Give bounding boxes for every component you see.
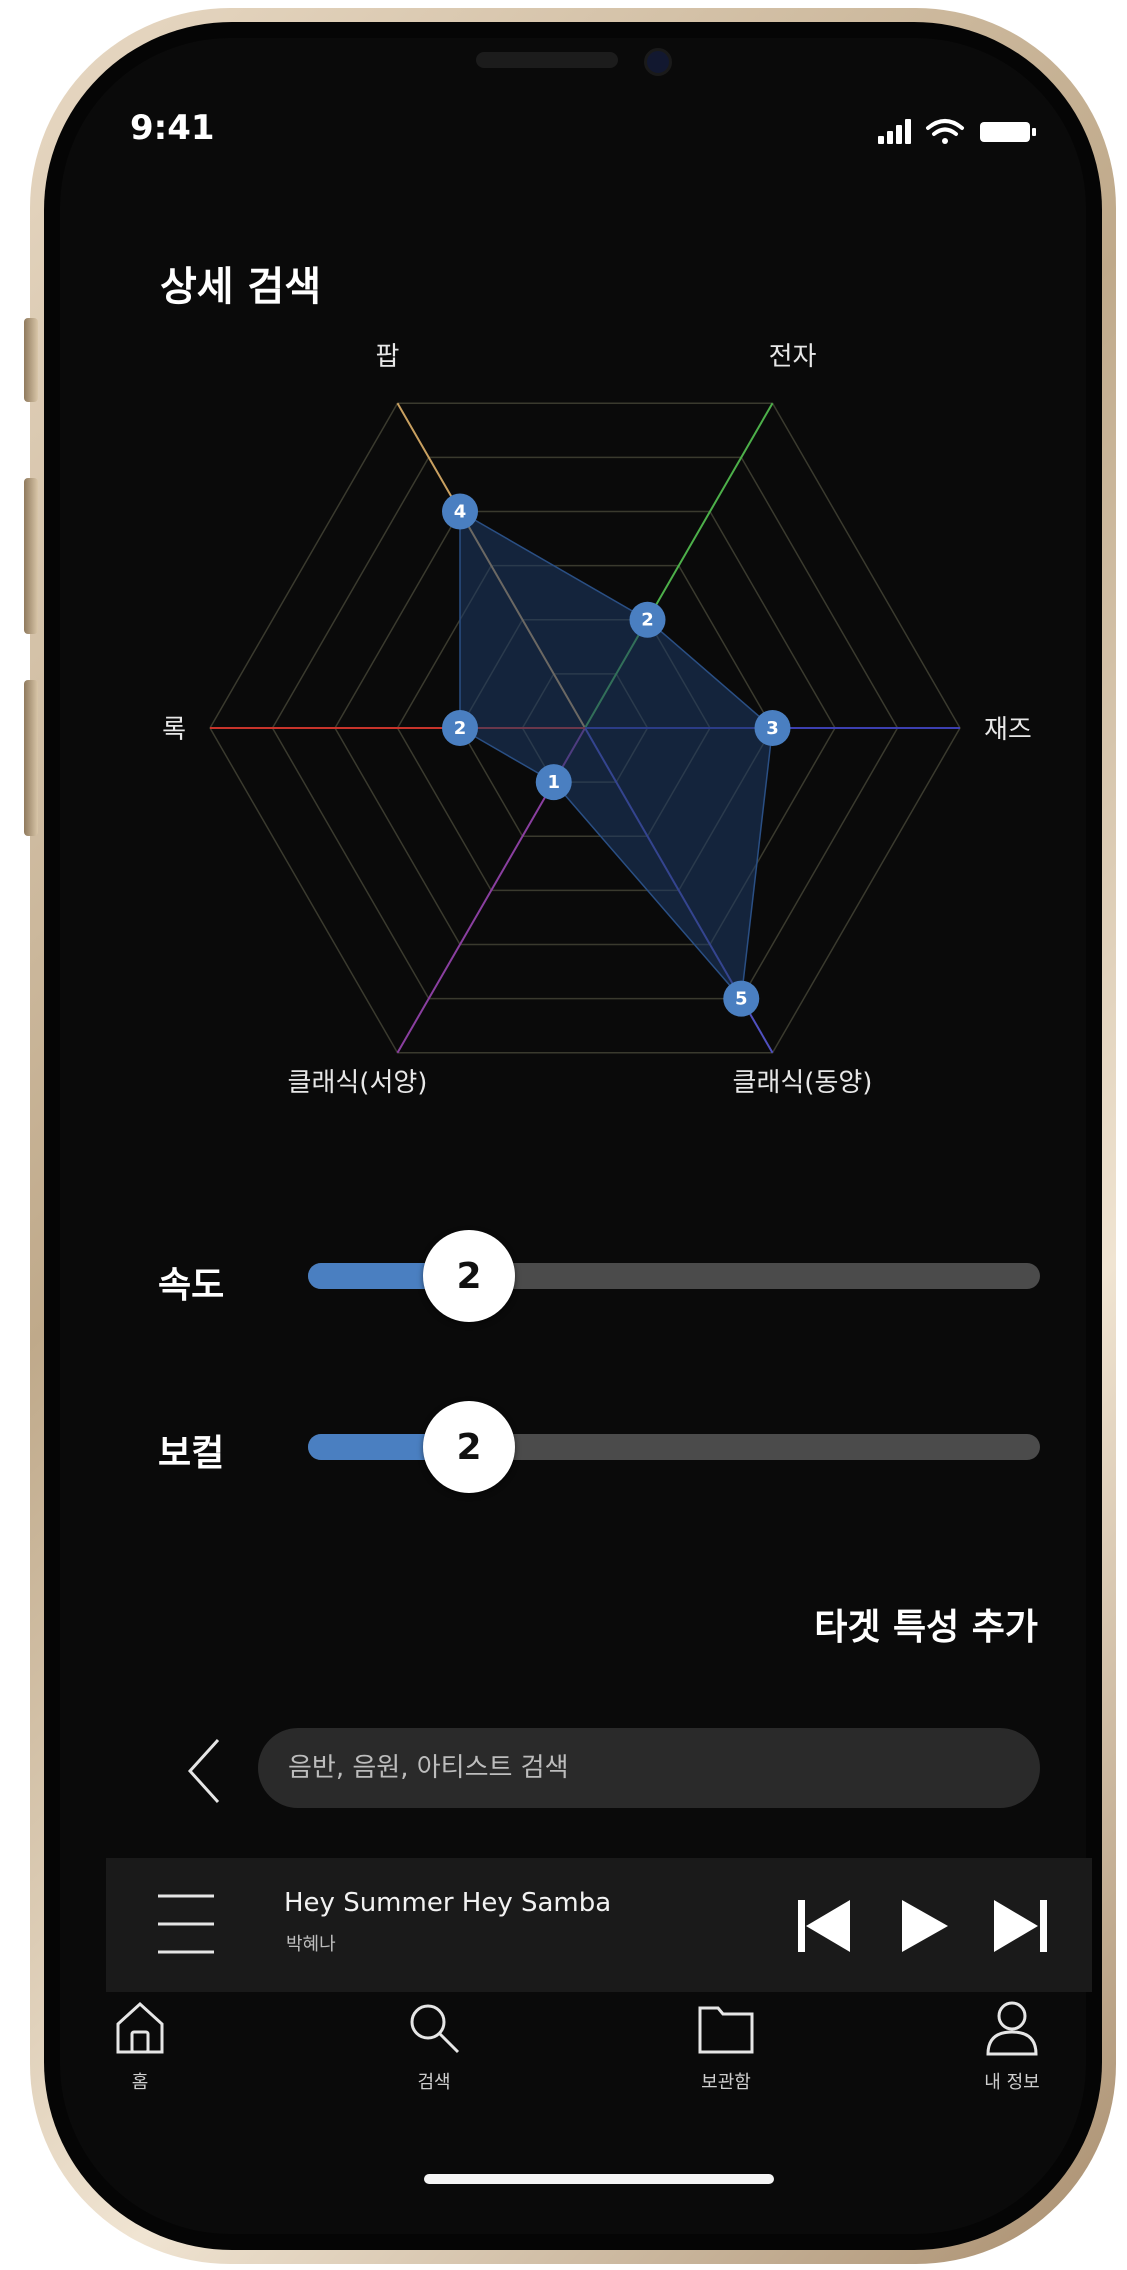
tab-my-info[interactable]: 내 정보	[942, 1998, 1082, 2118]
radar-axis-label: 클래식(서양)	[288, 1068, 428, 1098]
radar-chart: 팝 전자재즈클래식(동양) 클래식(서양) 록 4 2 3 5 1 2	[162, 342, 1032, 1098]
folder-icon	[698, 2006, 754, 2054]
song-artist: 박혜나	[286, 1934, 336, 1955]
radar-point-value: 1	[547, 772, 560, 793]
radar-point-value: 4	[454, 501, 467, 522]
back-chevron-icon[interactable]	[184, 1736, 224, 1806]
radar-point[interactable]: 4	[442, 493, 478, 530]
tab-search-label: 검색	[417, 2072, 451, 2093]
radar-area	[459, 510, 774, 1001]
mini-player[interactable]: Hey Summer Hey Samba 박혜나	[106, 1858, 1092, 1992]
menu-icon[interactable]	[158, 1888, 214, 1960]
radar-point-value: 2	[454, 718, 467, 739]
tab-home[interactable]: 홈	[70, 1998, 210, 2118]
tab-bar: 홈 검색 보관함 내 정보	[106, 1998, 1092, 2128]
radar-axis-label: 팝	[376, 342, 400, 372]
radar-axis-label: 재즈	[984, 715, 1032, 745]
radar-point[interactable]: 2	[442, 710, 478, 746]
speed-slider-track[interactable]	[308, 1263, 1040, 1289]
search-bar[interactable]	[258, 1728, 1040, 1808]
radar-axis-label: 클래식(동양)	[733, 1068, 873, 1098]
add-target-feature-button[interactable]: 타겟 특성 추가	[814, 1598, 1038, 1650]
tab-search[interactable]: 검색	[364, 1998, 504, 2118]
radar-point[interactable]: 2	[629, 601, 666, 638]
vocal-label: 보컬	[158, 1433, 225, 1474]
vocal-slider-track[interactable]	[308, 1434, 1040, 1460]
radar-point[interactable]: 5	[723, 980, 760, 1017]
speed-value: 2	[456, 1255, 482, 1297]
radar-point[interactable]: 3	[754, 710, 791, 746]
home-icon	[116, 2001, 164, 2054]
tab-home-label: 홈	[131, 2072, 149, 2093]
radar-point[interactable]: 1	[535, 764, 572, 801]
home-indicator	[424, 2174, 774, 2184]
search-icon	[410, 2004, 460, 2054]
user-icon	[986, 2001, 1038, 2056]
next-track-icon[interactable]	[990, 1896, 1050, 1956]
speed-slider-knob[interactable]: 2	[423, 1230, 516, 1322]
radar-point-value: 5	[735, 989, 748, 1010]
vocal-slider-knob[interactable]: 2	[423, 1401, 516, 1493]
radar-axis-label: 록	[162, 715, 186, 745]
radar-point-value: 2	[641, 610, 654, 631]
play-icon[interactable]	[896, 1896, 956, 1956]
tab-library[interactable]: 보관함	[656, 1998, 796, 2118]
radar-point-value: 3	[766, 718, 779, 739]
search-input[interactable]	[286, 1752, 1040, 1784]
tab-my-info-label: 내 정보	[984, 2072, 1040, 2093]
vocal-value: 2	[456, 1426, 482, 1468]
tab-library-label: 보관함	[701, 2072, 751, 2093]
song-title: Hey Summer Hey Samba	[284, 1888, 612, 1918]
radar-axis-label: 전자	[769, 342, 817, 372]
previous-track-icon[interactable]	[796, 1896, 856, 1956]
speed-label: 속도	[158, 1265, 225, 1306]
